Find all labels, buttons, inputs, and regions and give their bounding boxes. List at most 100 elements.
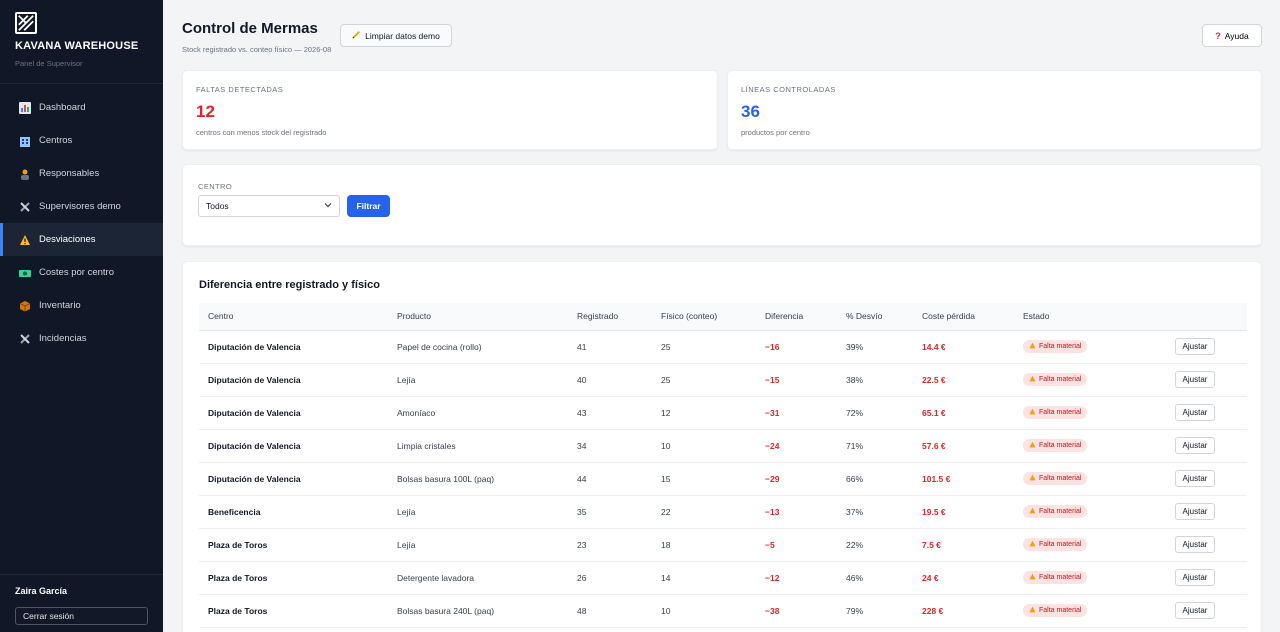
cell-registrado: 35	[568, 495, 652, 529]
action-cell: Ajustar	[1166, 363, 1247, 397]
help-button[interactable]: ? Ayuda	[1202, 24, 1262, 47]
cell-registrado: 48	[568, 594, 652, 628]
page-subtitle: Stock registrado vs. conteo físico — 202…	[182, 45, 332, 54]
table-row: Plaza de Toros Bolsas basura 240L (paq) 48…	[199, 594, 1247, 628]
adjust-button[interactable]: Ajustar	[1175, 371, 1215, 388]
sidebar-item-incidencias[interactable]: Incidencias	[0, 322, 163, 355]
adjust-button[interactable]: Ajustar	[1175, 569, 1215, 586]
action-cell: Ajustar	[1166, 528, 1247, 562]
column-header: % Desvío	[837, 303, 913, 331]
cell-fisico: 18	[652, 528, 756, 562]
sidebar-item-dashboard[interactable]: Dashboard	[0, 91, 163, 124]
cell-desvio: 37%	[837, 495, 913, 529]
stat-value: 36	[741, 102, 760, 121]
status-cell: Falta material	[1014, 396, 1166, 430]
deviation-table-card: Diferencia entre registrado y físico Cen…	[182, 261, 1262, 632]
user-name: Zaira García	[15, 586, 68, 596]
adjust-button[interactable]: Ajustar	[1175, 536, 1215, 553]
table-title: Diferencia entre registrado y físico	[199, 279, 380, 291]
cell-diferencia: −15	[756, 363, 837, 397]
centro-select-value: Todos	[206, 201, 229, 211]
status-badge-label: Falta material	[1039, 442, 1082, 449]
help-label: Ayuda	[1224, 30, 1249, 41]
cell-producto: Detergente lavadora	[388, 561, 568, 595]
filter-button[interactable]: Filtrar	[347, 195, 390, 217]
cell-desvio: 22%	[837, 528, 913, 562]
cell-diferencia: −5	[756, 528, 837, 562]
adjust-button[interactable]: Ajustar	[1175, 602, 1215, 619]
sidebar-divider	[0, 574, 163, 575]
adjust-button[interactable]: Ajustar	[1175, 437, 1215, 454]
money-icon	[18, 266, 32, 280]
status-badge: Falta material	[1023, 373, 1088, 386]
warning-icon	[1029, 474, 1036, 483]
warning-icon	[1029, 408, 1036, 417]
warning-icon	[1029, 540, 1036, 549]
action-cell: Ajustar	[1166, 561, 1247, 595]
sidebar-item-responsables[interactable]: Responsables	[0, 157, 163, 190]
status-badge-label: Falta material	[1039, 541, 1082, 548]
cell-desvio: 71%	[837, 429, 913, 463]
status-badge-label: Falta material	[1039, 508, 1082, 515]
sidebar-item-label: Costes por centro	[39, 267, 114, 278]
cell-registrado: 41	[568, 330, 652, 364]
logout-button[interactable]: Cerrar sesión	[15, 607, 148, 625]
column-header	[1166, 303, 1247, 331]
cell-desvio: 38%	[837, 363, 913, 397]
cell-centro: Diputación de Valencia	[199, 330, 388, 364]
cell-registrado: 40	[568, 363, 652, 397]
cell-coste: 228 €	[913, 594, 1014, 628]
stat-label: LÍNEAS CONTROLADAS	[741, 85, 836, 94]
sidebar-item-costes-por-centro[interactable]: Costes por centro	[0, 256, 163, 289]
cell-diferencia: −12	[756, 561, 837, 595]
centro-select[interactable]: Todos	[198, 195, 340, 217]
sidebar-item-supervisores-demo[interactable]: Supervisores demo	[0, 190, 163, 223]
stat-card-faltas: FALTAS DETECTADAS 12 centros con menos s…	[182, 70, 718, 150]
cell-registrado: 44	[568, 462, 652, 496]
tools-icon	[18, 332, 32, 346]
action-cell: Ajustar	[1166, 330, 1247, 364]
warning-icon	[1029, 342, 1036, 351]
cell-registrado: 26	[568, 561, 652, 595]
column-header: Estado	[1014, 303, 1166, 331]
adjust-button[interactable]: Ajustar	[1175, 404, 1215, 421]
sidebar-item-centros[interactable]: Centros	[0, 124, 163, 157]
adjust-button[interactable]: Ajustar	[1175, 338, 1215, 355]
table-row: Diputación de Valencia Amoníaco 43 12 −31 72%…	[199, 396, 1247, 430]
page-title: Control de Mermas	[182, 20, 318, 37]
cell-diferencia: −16	[756, 330, 837, 364]
table-row: Beneficencia Lejía 35 22 −13 37% 19.5 € Falta m…	[199, 495, 1247, 529]
warning-icon	[1029, 573, 1036, 582]
stat-label: FALTAS DETECTADAS	[196, 85, 284, 94]
clear-demo-data-button[interactable]: Limpiar datos demo	[340, 24, 452, 47]
cell-fisico: 25	[652, 363, 756, 397]
status-cell: Falta material	[1014, 594, 1166, 628]
box-icon	[18, 299, 32, 313]
cell-fisico: 15	[652, 462, 756, 496]
sidebar: KAVANA WAREHOUSE Panel de Supervisor Das…	[0, 0, 163, 632]
table-body: Diputación de Valencia Papel de cocina (r…	[199, 330, 1247, 628]
cell-producto: Lejía	[388, 528, 568, 562]
action-cell: Ajustar	[1166, 462, 1247, 496]
status-badge: Falta material	[1023, 538, 1088, 551]
cell-desvio: 66%	[837, 462, 913, 496]
adjust-button[interactable]: Ajustar	[1175, 503, 1215, 520]
cell-diferencia: −29	[756, 462, 837, 496]
warning-icon	[1029, 507, 1036, 516]
action-cell: Ajustar	[1166, 429, 1247, 463]
action-cell: Ajustar	[1166, 594, 1247, 628]
cell-coste: 101.5 €	[913, 462, 1014, 496]
sidebar-item-desviaciones[interactable]: Desviaciones	[0, 223, 163, 256]
cell-producto: Bolsas basura 240L (paq)	[388, 594, 568, 628]
column-header: Coste pérdida	[913, 303, 1014, 331]
status-cell: Falta material	[1014, 528, 1166, 562]
sidebar-item-inventario[interactable]: Inventario	[0, 289, 163, 322]
cell-desvio: 39%	[837, 330, 913, 364]
cell-centro: Diputación de Valencia	[199, 363, 388, 397]
cell-registrado: 34	[568, 429, 652, 463]
cell-diferencia: −31	[756, 396, 837, 430]
table-row: Diputación de Valencia Lejía 40 25 −15 38% 22.…	[199, 363, 1247, 397]
status-badge: Falta material	[1023, 406, 1088, 419]
filter-label: CENTRO	[198, 182, 233, 191]
adjust-button[interactable]: Ajustar	[1175, 470, 1215, 487]
